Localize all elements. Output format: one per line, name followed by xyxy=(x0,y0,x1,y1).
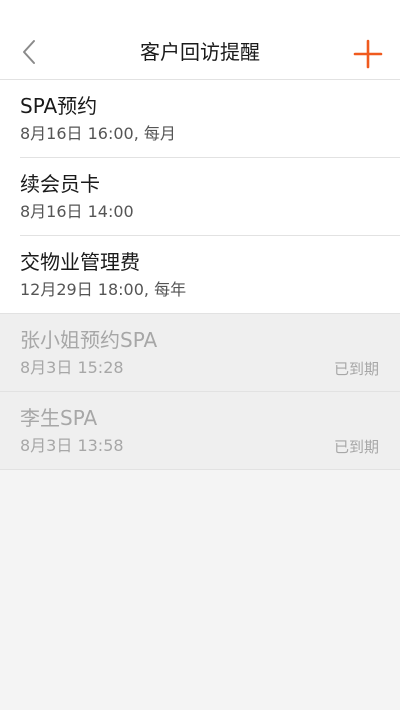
reminder-item[interactable]: SPA预约 8月16日 16:00, 每月 xyxy=(0,80,400,158)
divider xyxy=(0,469,400,470)
plus-icon xyxy=(353,39,383,69)
reminder-item-expired[interactable]: 李生SPA 8月3日 13:58 已到期 xyxy=(0,392,400,470)
reminder-time: 12月29日 18:00, 每年 xyxy=(20,280,187,299)
reminder-screen: 客户回访提醒 SPA预约 8月16日 16:00, 每月 续会员卡 8月16日 … xyxy=(0,0,400,710)
reminder-title: 张小姐预约SPA xyxy=(20,328,158,352)
reminder-item[interactable]: 续会员卡 8月16日 14:00 xyxy=(0,158,400,236)
reminder-title: 续会员卡 xyxy=(20,172,100,196)
reminder-time: 8月16日 16:00, 每月 xyxy=(20,124,176,143)
navigation-bar: 客户回访提醒 xyxy=(0,0,400,80)
page-title: 客户回访提醒 xyxy=(140,40,260,64)
reminder-title: 李生SPA xyxy=(20,406,98,430)
reminder-title: 交物业管理费 xyxy=(20,250,140,274)
back-button[interactable] xyxy=(10,30,50,74)
expired-status: 已到期 xyxy=(333,438,379,456)
reminder-time: 8月16日 14:00 xyxy=(20,202,134,221)
reminder-list: SPA预约 8月16日 16:00, 每月 续会员卡 8月16日 14:00 交… xyxy=(0,80,400,470)
add-reminder-button[interactable] xyxy=(350,36,386,72)
reminder-title: SPA预约 xyxy=(20,94,98,118)
expired-status: 已到期 xyxy=(333,360,379,378)
reminder-item-expired[interactable]: 张小姐预约SPA 8月3日 15:28 已到期 xyxy=(0,314,400,392)
reminder-time: 8月3日 13:58 xyxy=(20,436,124,455)
reminder-item[interactable]: 交物业管理费 12月29日 18:00, 每年 xyxy=(0,236,400,314)
reminder-time: 8月3日 15:28 xyxy=(20,358,124,377)
chevron-left-icon xyxy=(23,40,35,64)
